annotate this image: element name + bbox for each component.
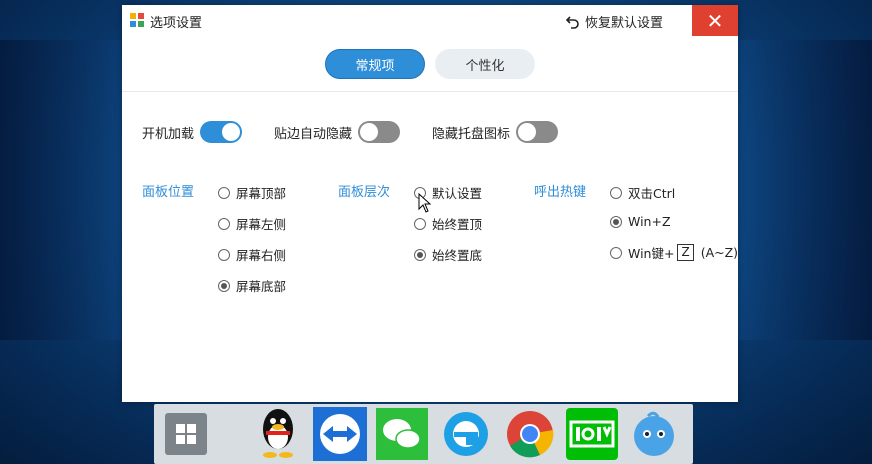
radio-label: 始终置顶: [432, 217, 483, 232]
radio-label: 屏幕底部: [236, 279, 287, 294]
toggle-autohide-row: 贴边自动隐藏: [274, 119, 401, 145]
app-icon: [130, 13, 144, 27]
undo-icon: [566, 15, 579, 29]
toggle-autohide-label: 贴边自动隐藏: [274, 126, 353, 142]
radio-label: 默认设置: [432, 186, 483, 201]
divider: [122, 91, 738, 92]
radio-circle: [218, 279, 230, 292]
window-title: 选项设置: [150, 16, 203, 31]
toggle-hide-tray-row: 隐藏托盘图标: [432, 119, 559, 145]
tab-bar: 常规项 个性化: [122, 49, 738, 79]
radio-screen-bottom[interactable]: 屏幕底部: [218, 276, 286, 295]
restore-defaults-label: 恢复默认设置: [585, 16, 664, 31]
toggle-autohide-switch[interactable]: [358, 121, 401, 143]
radio-screen-left[interactable]: 屏幕左侧: [218, 214, 286, 233]
panel-position-label: 面板位置: [142, 185, 195, 200]
wechat-icon[interactable]: [374, 404, 430, 464]
toggle-autostart-row: 开机加载: [142, 119, 243, 145]
options-dialog: 选项设置 恢复默认设置 ✕ 常规项 个性化 开机加载 贴边自动隐藏 隐藏托盘图标…: [122, 5, 738, 402]
qq-penguin-icon[interactable]: [250, 404, 306, 464]
windows-start-icon[interactable]: [158, 404, 214, 464]
chrome-icon[interactable]: [502, 404, 558, 464]
toggle-autostart-label: 开机加载: [142, 126, 195, 142]
radio-screen-top[interactable]: 屏幕顶部: [218, 183, 286, 202]
restore-defaults-button[interactable]: 恢复默认设置: [566, 12, 663, 31]
radio-layer-top[interactable]: 始终置顶: [414, 214, 482, 233]
radio-circle: [218, 217, 230, 230]
radio-circle: [218, 248, 230, 261]
hotkey-range-hint: (A~Z): [700, 245, 739, 260]
tab-personalize[interactable]: 个性化: [435, 49, 535, 79]
close-icon: ✕: [706, 8, 724, 33]
radio-circle: [414, 248, 426, 261]
radio-label: Win键+: [628, 246, 675, 261]
radio-label: 屏幕右侧: [236, 248, 287, 263]
radio-hotkey-double-ctrl[interactable]: 双击Ctrl: [610, 183, 675, 202]
toggle-autostart-switch[interactable]: [200, 121, 243, 143]
panel-layer-label: 面板层次: [338, 185, 391, 200]
mouse-cursor-icon: [418, 193, 432, 213]
toggle-hide-tray-label: 隐藏托盘图标: [432, 126, 511, 142]
blue-bird-icon[interactable]: [626, 404, 682, 464]
radio-label: Win+Z: [628, 214, 671, 229]
radio-hotkey-win-custom[interactable]: Win键+ Z (A~Z): [610, 243, 738, 262]
hotkey-label: 呼出热键: [534, 185, 587, 200]
radio-hotkey-win-z[interactable]: Win+Z: [610, 214, 671, 229]
close-button[interactable]: ✕: [692, 5, 738, 36]
teamviewer-icon[interactable]: [312, 404, 368, 464]
radio-label: 始终置底: [432, 248, 483, 263]
hotkey-letter-input[interactable]: Z: [677, 244, 694, 261]
radio-circle: [610, 186, 622, 199]
tab-general[interactable]: 常规项: [325, 49, 425, 79]
radio-label: 屏幕左侧: [236, 217, 287, 232]
radio-circle: [414, 217, 426, 230]
radio-label: 双击Ctrl: [628, 186, 676, 201]
title-bar: 选项设置 恢复默认设置 ✕: [122, 5, 738, 36]
radio-circle: [610, 215, 622, 228]
dock-bar: [154, 404, 693, 464]
radio-screen-right[interactable]: 屏幕右侧: [218, 245, 286, 264]
radio-circle: [218, 186, 230, 199]
radio-label: 屏幕顶部: [236, 186, 287, 201]
radio-layer-bottom[interactable]: 始终置底: [414, 245, 482, 264]
radio-circle: [610, 246, 622, 259]
iqiyi-icon[interactable]: [564, 404, 620, 464]
ie-browser-icon[interactable]: [438, 404, 494, 464]
toggle-hide-tray-switch[interactable]: [516, 121, 559, 143]
